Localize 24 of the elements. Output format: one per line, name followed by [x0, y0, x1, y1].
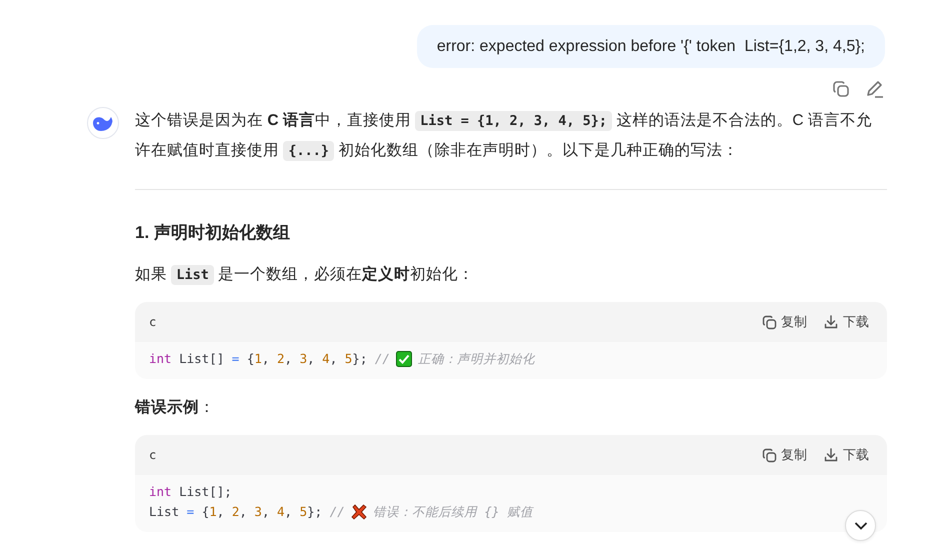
answer-paragraph: 错误示例： — [135, 398, 216, 418]
cross-icon — [350, 504, 367, 520]
code-line: int List[] = {1, 2, 3, 4, 5}; // 正确：声明并初始化 — [149, 350, 535, 369]
download-button[interactable]: 下载 — [823, 446, 869, 464]
section-heading: 1. 声明时初始化数组 — [135, 222, 291, 244]
chevron-down-icon — [854, 520, 868, 530]
copy-button[interactable]: 复制 — [761, 313, 807, 331]
download-icon — [823, 314, 839, 330]
whale-icon — [92, 114, 114, 132]
user-message: error: expected expression before '{' token List={1,2, 3, 4,5}; — [416, 25, 885, 68]
language-label: c — [149, 448, 156, 462]
code-line: List = {1, 2, 3, 4, 5}; // 错误：不能后续用 {} 赋值 — [149, 503, 533, 522]
copy-icon[interactable] — [831, 79, 851, 99]
copy-button[interactable]: 复制 — [761, 446, 807, 464]
language-label: c — [149, 315, 156, 329]
download-icon — [823, 447, 839, 463]
answer-paragraph: 这个错误是因为在 C 语言中，直接使用 List = {1, 2, 3, 4, 5}; 这样的语法是不合法的。C 语言不允许在赋值时直接使用 {...} 初始化数组（除非在声明时）。以下是几种正确的写法： — [135, 110, 873, 163]
edit-icon[interactable] — [865, 79, 885, 99]
copy-icon — [761, 314, 777, 330]
code-line: int List[]; — [149, 483, 232, 501]
download-button[interactable]: 下载 — [823, 313, 869, 331]
checkmark-icon — [396, 351, 412, 367]
copy-icon — [761, 447, 777, 463]
answer-paragraph: 如果 List 是一个数组，必须在定义时初始化： — [135, 264, 476, 287]
